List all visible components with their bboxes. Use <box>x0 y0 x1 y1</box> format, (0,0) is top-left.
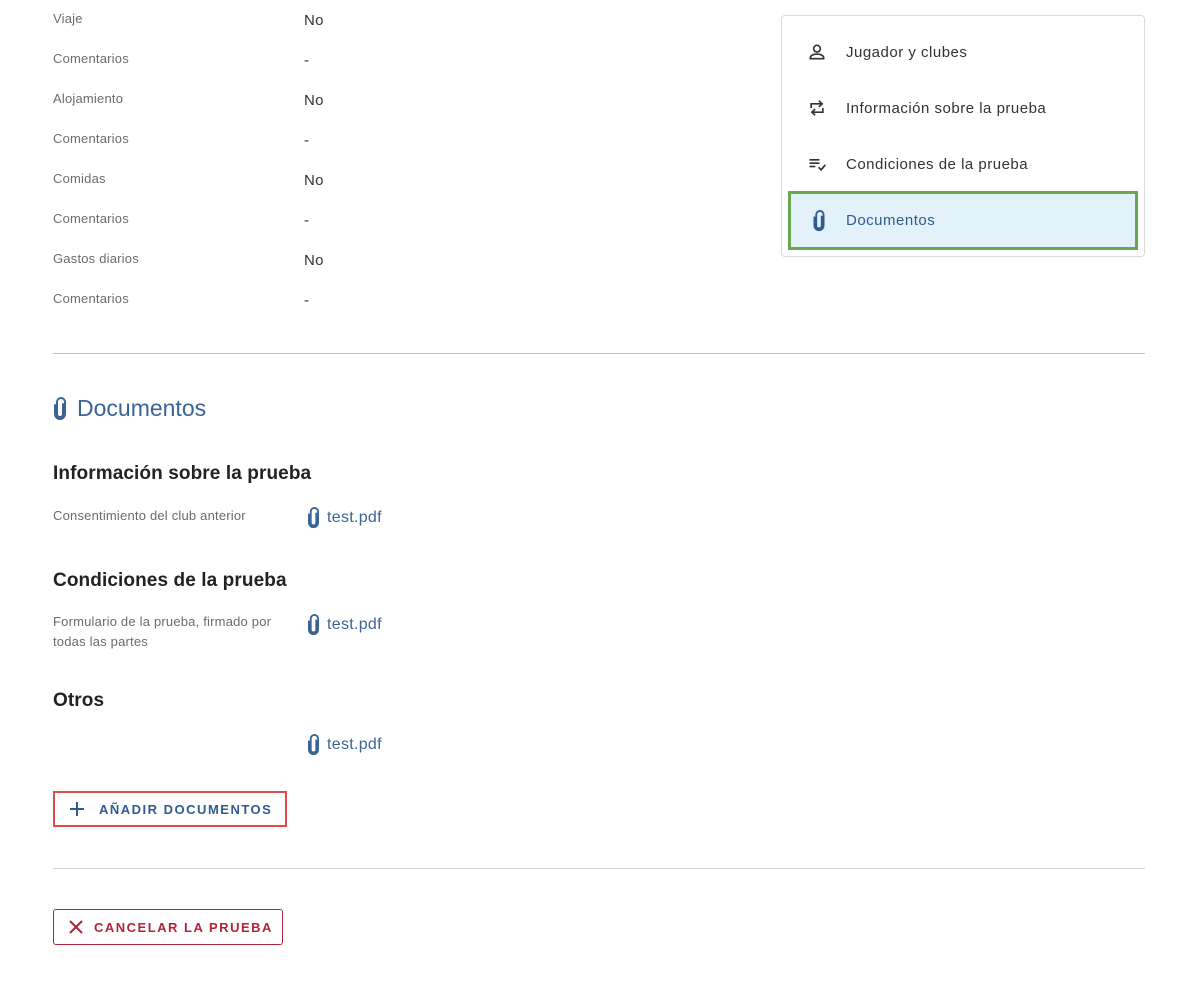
detail-value: No <box>304 12 324 29</box>
paperclip-icon <box>307 734 320 756</box>
detail-value: - <box>304 132 310 149</box>
document-link[interactable]: test.pdf <box>307 507 382 529</box>
add-documents-label: AÑADIR DOCUMENTOS <box>99 801 273 817</box>
document-label: Formulario de la prueba, firmado por tod… <box>53 614 272 649</box>
detail-label: Viaje <box>53 11 83 26</box>
nav-item-label: Información sobre la prueba <box>846 99 1047 117</box>
nav-item-jugador-y-clubes[interactable]: Jugador y clubes <box>788 24 1138 80</box>
group-heading: Información sobre la prueba <box>53 463 312 484</box>
nav-item-condiciones[interactable]: Condiciones de la prueba <box>788 136 1138 192</box>
checklist-icon <box>788 154 846 174</box>
detail-value: No <box>304 252 324 269</box>
divider <box>53 353 1145 354</box>
paperclip-icon <box>791 209 846 232</box>
nav-item-informacion[interactable]: Información sobre la prueba <box>788 80 1138 136</box>
detail-label: Comentarios <box>53 51 129 66</box>
paperclip-icon <box>307 507 320 529</box>
cancel-trial-label: CANCELAR LA PRUEBA <box>94 919 273 935</box>
close-icon <box>68 919 84 935</box>
document-filename: test.pdf <box>327 736 382 753</box>
cancel-trial-button[interactable]: CANCELAR LA PRUEBA <box>53 909 283 945</box>
detail-value: - <box>304 52 310 69</box>
group-heading: Condiciones de la prueba <box>53 570 287 591</box>
detail-value: - <box>304 212 310 229</box>
nav-item-label: Jugador y clubes <box>846 43 968 61</box>
document-link[interactable]: test.pdf <box>307 614 382 636</box>
detail-label: Comentarios <box>53 291 129 306</box>
section-title: Documentos <box>53 395 206 422</box>
section-title-text: Documentos <box>77 395 207 421</box>
nav-item-label: Condiciones de la prueba <box>846 155 1029 173</box>
divider <box>53 868 1145 869</box>
group-heading: Otros <box>53 690 105 711</box>
paperclip-icon <box>53 396 67 421</box>
detail-label: Alojamiento <box>53 91 124 106</box>
detail-value: No <box>304 92 324 109</box>
document-filename: test.pdf <box>327 616 382 633</box>
nav-item-documentos[interactable]: Documentos <box>788 191 1138 250</box>
detail-label: Comidas <box>53 171 106 186</box>
detail-label: Gastos diarios <box>53 251 139 266</box>
paperclip-icon <box>307 614 320 636</box>
plus-icon <box>69 801 85 817</box>
person-icon <box>788 42 846 62</box>
document-link[interactable]: test.pdf <box>307 734 382 756</box>
swap-icon <box>788 98 846 118</box>
add-documents-button[interactable]: AÑADIR DOCUMENTOS <box>53 791 287 827</box>
detail-value: No <box>304 172 324 189</box>
detail-label: Comentarios <box>53 131 129 146</box>
section-nav: Jugador y clubes Información sobre la pr… <box>781 15 1145 257</box>
detail-value: - <box>304 292 310 309</box>
document-label: Consentimiento del club anterior <box>53 508 246 523</box>
nav-item-label: Documentos <box>846 212 936 229</box>
detail-label: Comentarios <box>53 211 129 226</box>
document-filename: test.pdf <box>327 509 382 526</box>
